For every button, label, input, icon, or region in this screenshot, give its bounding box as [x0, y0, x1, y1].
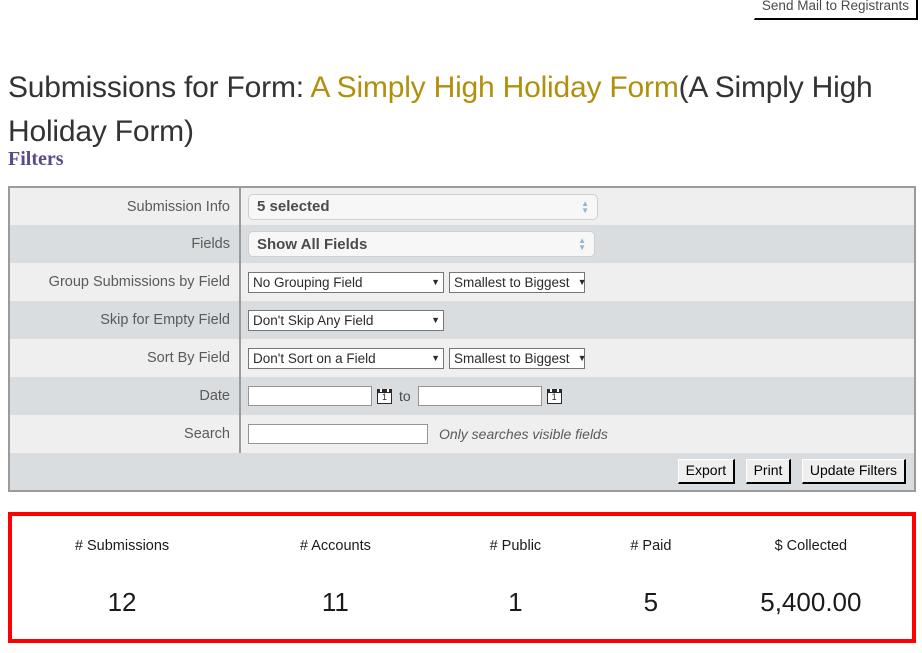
submission-info-multiselect[interactable]: 5 selected ▲ ▼: [248, 193, 598, 220]
group-by-field-select[interactable]: No Grouping Field ▼: [248, 271, 444, 293]
chevron-down-icon: ▼: [577, 353, 587, 363]
sort-order-select[interactable]: Smallest to Biggest ▼: [449, 347, 587, 369]
stats-value-accounts: 11: [321, 587, 349, 617]
updown-arrows-icon: ▲ ▼: [581, 198, 589, 215]
summary-stats-table: # Submissions # Accounts # Public # Paid…: [12, 516, 912, 639]
date-from-input[interactable]: [248, 386, 372, 406]
page-title-form-name: A Simply High Holiday Form: [310, 71, 679, 105]
stats-header-submissions: # Submissions: [74, 538, 170, 554]
stats-value-submissions: 12: [107, 587, 137, 617]
page-root: Send Mail to Registrants Submissions for…: [0, 0, 922, 653]
calendar-icon-to[interactable]: 1: [546, 388, 562, 404]
stats-header-row: # Submissions # Accounts # Public # Paid…: [12, 516, 912, 555]
stats-value-paid: 5: [643, 587, 659, 617]
calendar-day-glyph: 1: [381, 391, 387, 402]
filter-row-group-submissions: Group Submissions by Field No Grouping F…: [9, 263, 915, 301]
summary-stats-panel: # Submissions # Accounts # Public # Paid…: [8, 512, 916, 643]
submission-info-value: 5 selected: [257, 198, 330, 215]
chevron-down-icon: ▼: [431, 277, 440, 287]
send-mail-to-registrants-button[interactable]: Send Mail to Registrants: [753, 0, 918, 20]
updown-arrows-icon: ▲ ▼: [578, 236, 586, 252]
page-title-prefix: Submissions for Form:: [8, 71, 311, 105]
filter-label-date: Date: [9, 377, 241, 415]
chevron-down-icon: ▼: [577, 277, 587, 287]
group-order-select[interactable]: Smallest to Biggest ▼: [449, 271, 587, 293]
sort-by-field-value: Don't Sort on a Field: [253, 350, 376, 366]
sort-order-value: Smallest to Biggest: [454, 350, 570, 366]
chevron-down-icon: ▼: [431, 353, 440, 363]
skip-empty-field-select[interactable]: Don't Skip Any Field ▼: [248, 309, 444, 331]
calendar-day-glyph: 1: [551, 391, 557, 402]
update-filters-button[interactable]: Update Filters: [801, 459, 906, 484]
group-by-field-value: No Grouping Field: [253, 274, 363, 290]
filter-row-search: Search Only searches visible fields: [9, 415, 915, 453]
stats-value-public: 1: [508, 587, 523, 617]
fields-multiselect[interactable]: Show All Fields ▲ ▼: [248, 231, 595, 257]
stats-header-public: # Public: [489, 538, 542, 554]
stats-header-collected: $ Collected: [774, 538, 848, 554]
export-button[interactable]: Export: [677, 459, 736, 484]
date-range-separator: to: [399, 388, 411, 404]
filters-heading: Filters: [8, 148, 64, 170]
calendar-icon-from[interactable]: 1: [377, 388, 392, 404]
fields-value: Show All Fields: [257, 235, 368, 253]
search-hint: Only searches visible fields: [439, 426, 608, 442]
filter-label-submission-info: Submission Info: [9, 187, 241, 225]
filter-label-sort-by-field: Sort By Field: [9, 339, 241, 377]
page-title: Submissions for Form: A Simply High Holi…: [8, 66, 908, 154]
stats-value-row: 12 11 1 5 5,400.00: [12, 555, 912, 639]
filter-label-search: Search: [9, 415, 241, 453]
stats-header-paid: # Paid: [630, 538, 672, 554]
filter-row-date: Date 1 to 1: [9, 377, 915, 415]
sort-by-field-select[interactable]: Don't Sort on a Field ▼: [248, 347, 444, 369]
group-order-value: Smallest to Biggest: [454, 274, 570, 290]
filter-label-fields: Fields: [9, 225, 241, 263]
date-to-input[interactable]: [417, 386, 542, 406]
filter-actions-row: Export Print Update Filters: [9, 453, 915, 491]
filter-row-submission-info: Submission Info 5 selected ▲ ▼: [9, 187, 915, 225]
filter-label-group-submissions: Group Submissions by Field: [9, 263, 241, 301]
filter-row-fields: Fields Show All Fields ▲ ▼: [9, 225, 915, 263]
filter-label-skip-empty: Skip for Empty Field: [9, 301, 241, 339]
filter-row-sort-by-field: Sort By Field Don't Sort on a Field ▼ Sm…: [9, 339, 915, 377]
top-action-bar: Send Mail to Registrants: [0, 0, 922, 30]
stats-value-collected: 5,400.00: [760, 587, 862, 617]
print-button[interactable]: Print: [745, 459, 792, 484]
skip-empty-field-value: Don't Skip Any Field: [253, 312, 374, 328]
stats-header-accounts: # Accounts: [299, 538, 371, 554]
chevron-down-icon: ▼: [431, 315, 440, 325]
filter-row-skip-empty: Skip for Empty Field Don't Skip Any Fiel…: [9, 301, 915, 339]
search-input[interactable]: [248, 424, 428, 444]
filters-table: Submission Info 5 selected ▲ ▼ Fields Sh…: [8, 186, 916, 492]
